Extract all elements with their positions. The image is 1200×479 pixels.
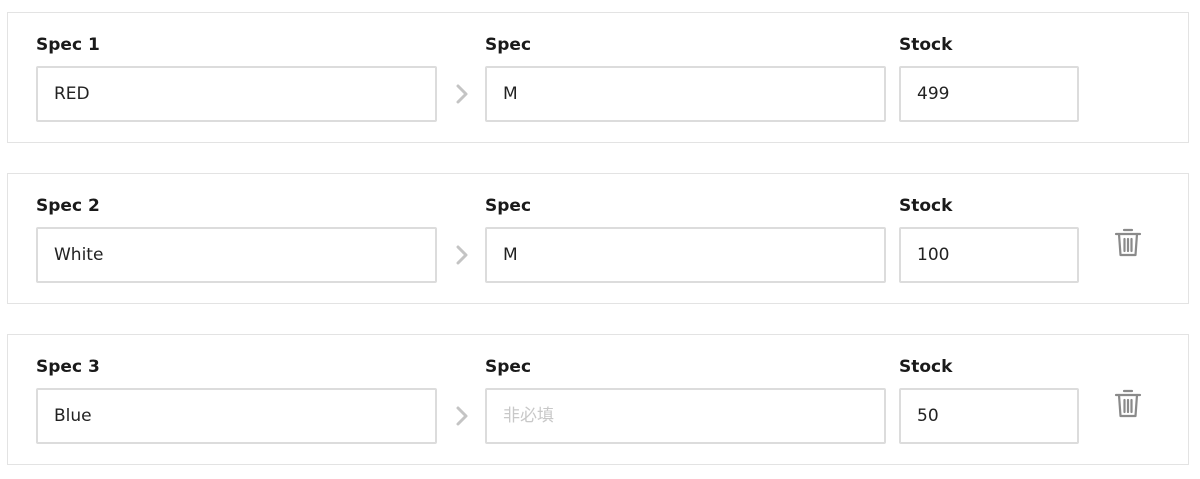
stock-label: Stock <box>899 196 953 216</box>
stock-input[interactable] <box>899 388 1079 444</box>
stock-label: Stock <box>899 35 953 55</box>
spec-row: Spec 1 Spec Stock <box>7 12 1189 143</box>
chevron-right-icon <box>456 406 468 426</box>
spec-row: Spec 2 Spec Stock <box>7 173 1189 304</box>
stock-label: Stock <box>899 357 953 377</box>
spec-value-input[interactable] <box>485 388 886 444</box>
spec-value-input[interactable] <box>485 227 886 283</box>
spec-value-label: Spec <box>485 35 532 55</box>
spec-name-label: Spec 2 <box>36 196 100 216</box>
spec-name-label: Spec 3 <box>36 357 100 377</box>
spec-name-input[interactable] <box>36 388 437 444</box>
spec-value-label: Spec <box>485 196 532 216</box>
trash-icon[interactable] <box>1113 387 1143 419</box>
spec-value-label: Spec <box>485 357 532 377</box>
spec-name-input[interactable] <box>36 227 437 283</box>
trash-icon[interactable] <box>1113 226 1143 258</box>
spec-row: Spec 3 Spec Stock <box>7 334 1189 465</box>
spec-name-input[interactable] <box>36 66 437 122</box>
chevron-right-icon <box>456 245 468 265</box>
chevron-right-icon <box>456 84 468 104</box>
spec-value-input[interactable] <box>485 66 886 122</box>
spec-name-label: Spec 1 <box>36 35 100 55</box>
stock-input[interactable] <box>899 227 1079 283</box>
stock-input[interactable] <box>899 66 1079 122</box>
